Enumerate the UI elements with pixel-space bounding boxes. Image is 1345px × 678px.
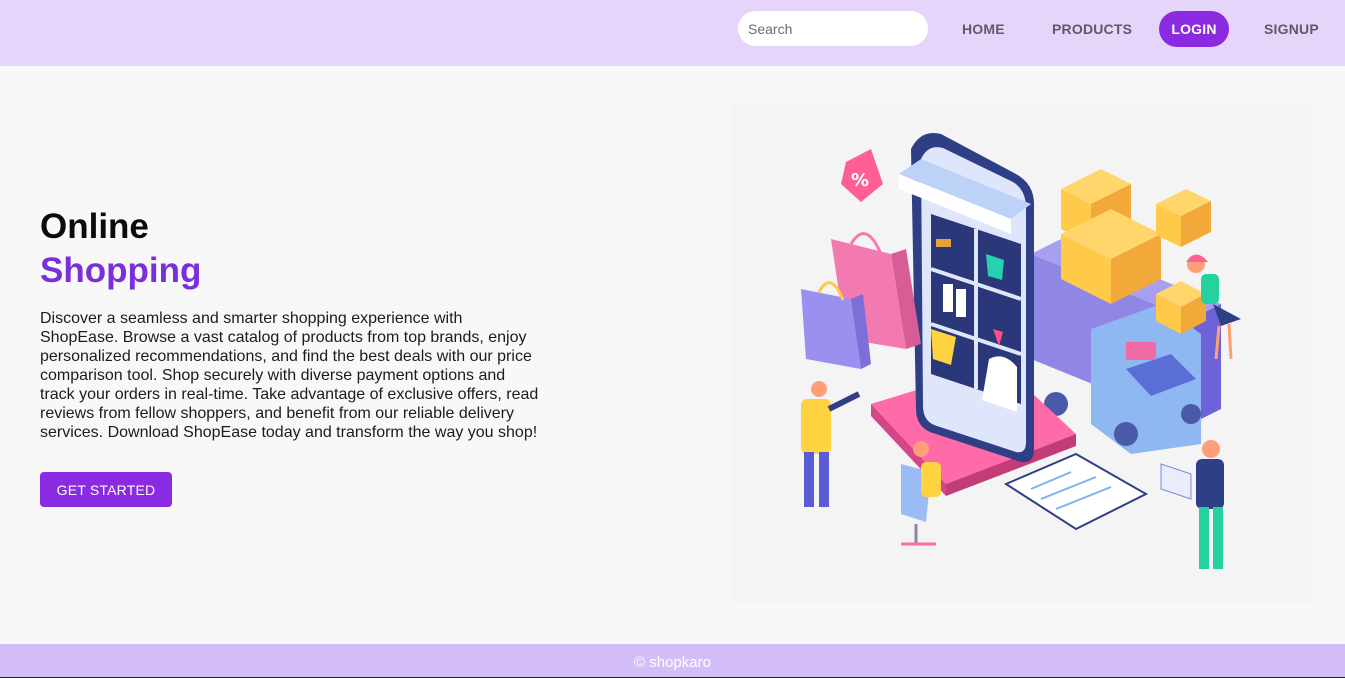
- nav-signup-link[interactable]: SIGNUP: [1264, 11, 1319, 47]
- smartphone-store-icon: [899, 133, 1034, 463]
- search-input[interactable]: [738, 11, 928, 46]
- footer: © shopkaro: [0, 644, 1345, 678]
- hero-title-line1: Online: [40, 207, 149, 246]
- shopping-illustration-svg: %: [801, 133, 1241, 569]
- nav-login-button[interactable]: LOGIN: [1159, 11, 1229, 47]
- nav-products-link[interactable]: PRODUCTS: [1052, 11, 1132, 47]
- discount-tag-label: %: [851, 170, 869, 191]
- receipt-icon: [1003, 452, 1149, 531]
- online-shopping-illustration: %: [731, 104, 1311, 602]
- person-pointing-icon: [801, 381, 861, 507]
- hero-title: Online Shopping: [40, 205, 201, 293]
- discount-tag-icon: %: [841, 149, 883, 202]
- shopping-bags-icon: [801, 232, 921, 369]
- footer-copyright: © shopkaro: [634, 654, 711, 671]
- hero-title-line2: Shopping: [40, 251, 202, 290]
- person-with-package-icon: [1160, 440, 1224, 569]
- get-started-button[interactable]: GET STARTED: [40, 472, 172, 507]
- nav-home-link[interactable]: HOME: [962, 11, 1005, 47]
- navbar: HOME PRODUCTS LOGIN SIGNUP: [0, 0, 1345, 66]
- hero-description: Discover a seamless and smarter shopping…: [40, 310, 539, 441]
